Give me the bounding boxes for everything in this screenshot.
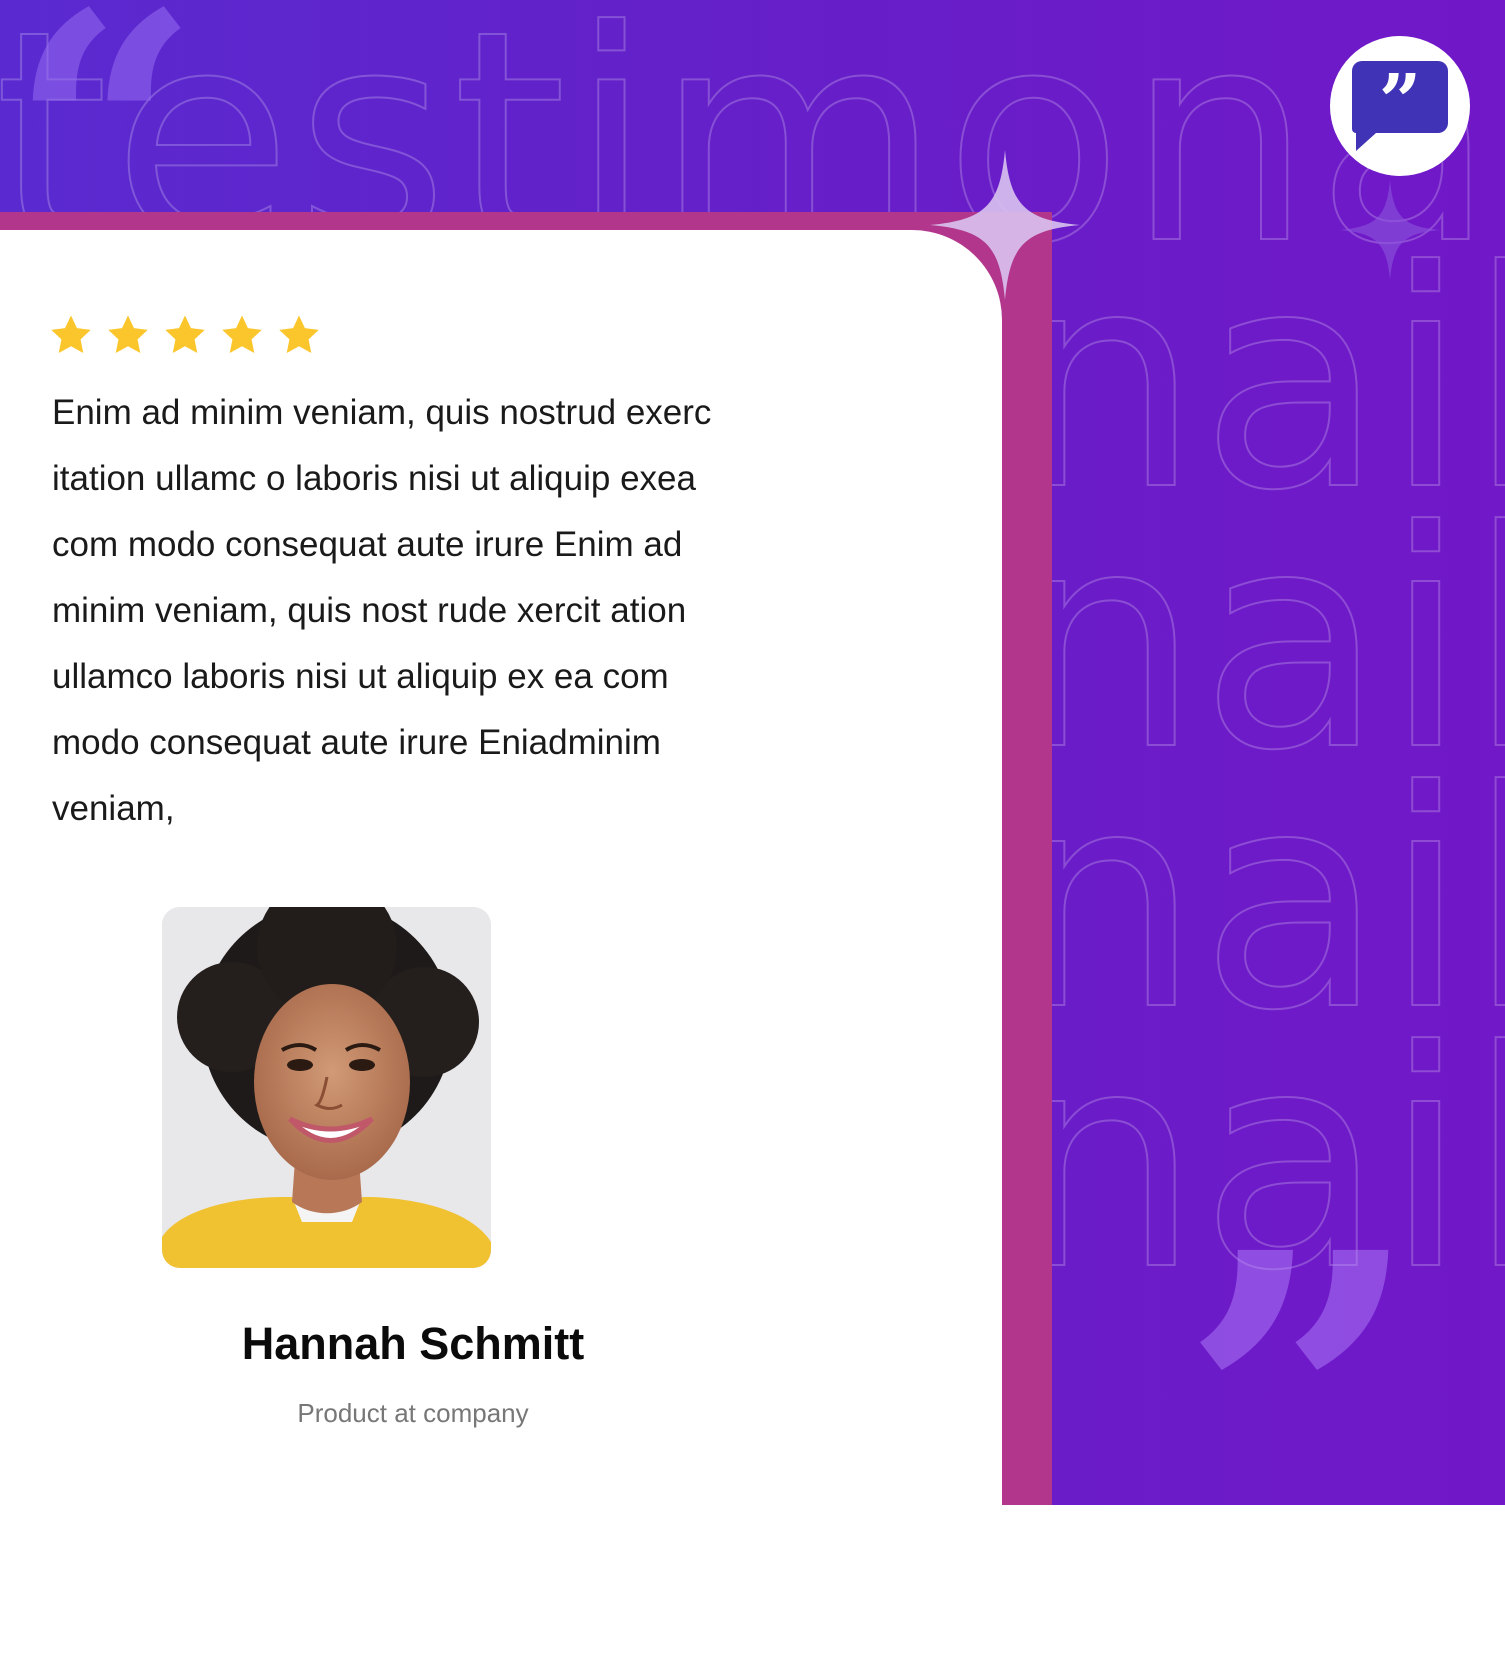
author-role: Product at company [297, 1398, 529, 1428]
author-name: Hannah Schmitt [241, 1318, 585, 1369]
svg-text:”: ” [1379, 61, 1422, 145]
review-line: com modo consequat aute irure Enim ad [52, 525, 683, 564]
review-text: Enim ad minim veniam, quis nostrud exerc… [52, 380, 852, 842]
review-line: minim veniam, quis nost rude xercit atio… [52, 591, 687, 630]
avatar [162, 907, 491, 1268]
star-icon [108, 315, 148, 354]
star-icon [51, 315, 91, 354]
quote-badge: ” [1330, 36, 1470, 176]
review-line: Enim ad minim veniam, quis nostrud exerc [52, 393, 712, 432]
review-line: veniam, [52, 789, 175, 828]
quote-bubble-icon: ” [1352, 61, 1448, 151]
review-line: itation ullamc o laboris nisi ut aliquip… [52, 459, 696, 498]
review-line: modo consequat aute irure Eniadminim [52, 723, 661, 762]
portrait-photo [162, 907, 491, 1268]
review-line: ullamco laboris nisi ut aliquip ex ea co… [52, 657, 669, 696]
star-icon [222, 315, 262, 354]
rating-stars [48, 312, 322, 358]
star-icon [279, 315, 319, 354]
sparkle-small-icon [1340, 180, 1440, 280]
star-icon [165, 315, 205, 354]
